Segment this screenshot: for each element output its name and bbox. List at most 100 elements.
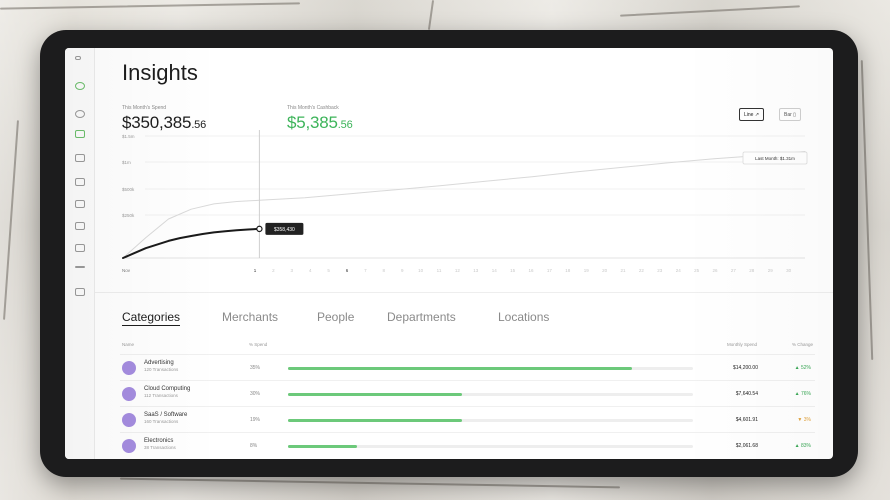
- insights-icon[interactable]: [75, 82, 85, 90]
- category-avatar: [122, 439, 136, 453]
- chart-icon[interactable]: [75, 178, 85, 186]
- x-tick-label: 25: [694, 268, 700, 273]
- x-tick-label: 16: [528, 268, 534, 273]
- x-start-label: Nov: [122, 268, 131, 273]
- x-tick-label: 23: [657, 268, 663, 273]
- x-tick-label: 19: [584, 268, 590, 273]
- category-avatar: [122, 413, 136, 427]
- header-name: Name: [122, 342, 135, 347]
- category-avatar: [122, 361, 136, 375]
- bank-icon[interactable]: [75, 222, 85, 230]
- tab-categories[interactable]: Categories: [122, 310, 181, 326]
- x-tick-label: 24: [676, 268, 682, 273]
- category-name: Electronics: [144, 438, 174, 444]
- x-tick-label: 15: [510, 268, 516, 273]
- y-tick-label: $250k: [122, 213, 135, 218]
- spend-bar-fill: [288, 393, 463, 396]
- spend-bar-fill: [288, 419, 463, 422]
- category-percent: 35%: [250, 365, 261, 371]
- category-transactions: 120 Transactions: [144, 367, 179, 372]
- tabs-divider: [95, 292, 833, 293]
- category-amount: $14,200.00: [732, 365, 758, 371]
- x-tick-label: 21: [620, 268, 626, 273]
- x-tick-label: 20: [602, 268, 608, 273]
- spend-bar-track: [288, 419, 693, 422]
- tab-departments[interactable]: Departments: [387, 310, 456, 324]
- tab-locations[interactable]: Locations: [498, 310, 549, 324]
- x-tick-label: 29: [768, 268, 774, 273]
- tab-people[interactable]: People: [317, 310, 354, 324]
- header-percent: % Spend: [249, 342, 268, 347]
- divider-icon: [75, 266, 85, 268]
- x-tick-label: 4: [309, 268, 312, 273]
- category-name: SaaS / Software: [144, 412, 188, 418]
- table-row[interactable]: Cloud Computing 112 Transactions 30% $7,640…: [120, 381, 815, 407]
- y-tick-label: $1m: [122, 160, 131, 165]
- spend-bar-track: [288, 445, 693, 448]
- category-name: Advertising: [144, 360, 174, 366]
- header-spend: Monthly Spend: [726, 342, 757, 347]
- category-percent: 19%: [250, 417, 261, 423]
- category-change: ▲ 76%: [794, 391, 811, 397]
- category-transactions: 38 Transactions: [144, 445, 176, 450]
- document-icon[interactable]: [75, 200, 85, 208]
- x-tick-label: 6: [346, 268, 349, 273]
- x-tick-label: 2: [272, 268, 275, 273]
- x-tick-label: 14: [492, 268, 498, 273]
- wall-crack: [427, 0, 435, 30]
- category-change: ▲ 52%: [794, 365, 811, 371]
- wallet-icon[interactable]: [75, 130, 85, 138]
- category-change: ▲ 83%: [794, 443, 811, 449]
- wall-crack: [620, 5, 800, 17]
- x-tick-label: 1: [254, 268, 257, 273]
- category-amount: $7,640.54: [735, 391, 758, 397]
- main-content: Insights This Month's Spend $350,385.56 …: [95, 48, 833, 459]
- y-tick-label: $1.5m: [122, 134, 135, 139]
- x-tick-label: 22: [639, 268, 645, 273]
- category-percent: 30%: [250, 391, 261, 397]
- series-line-last-month: [122, 151, 806, 259]
- x-tick-label: 28: [749, 268, 755, 273]
- x-tick-label: 27: [731, 268, 737, 273]
- card-icon[interactable]: [75, 110, 85, 118]
- header-change: % Change: [791, 342, 813, 347]
- people-icon[interactable]: [75, 154, 85, 162]
- category-transactions: 160 Transactions: [144, 419, 179, 424]
- category-amount: $2,061.68: [735, 443, 758, 449]
- tablet-frame: Insights This Month's Spend $350,385.56 …: [40, 30, 858, 477]
- y-tick-label: $500k: [122, 187, 135, 192]
- x-tick-label: 26: [712, 268, 718, 273]
- table-row[interactable]: SaaS / Software 160 Transactions 19% $4,601…: [120, 407, 815, 433]
- table-row[interactable]: Electronics 38 Transactions 8% $2,061.68 ▲ 8…: [120, 433, 815, 459]
- settings-icon[interactable]: [75, 288, 85, 296]
- x-tick-label: 5: [327, 268, 330, 273]
- wall-crack: [0, 2, 300, 10]
- table-row[interactable]: Advertising 120 Transactions 35% $14,200.00…: [120, 355, 815, 381]
- x-tick-label: 7: [364, 268, 367, 273]
- category-avatar: [122, 387, 136, 401]
- x-tick-label: 3: [291, 268, 294, 273]
- x-tick-label: 10: [418, 268, 424, 273]
- x-tick-label: 18: [565, 268, 571, 273]
- category-amount: $4,601.91: [735, 417, 758, 423]
- category-change: ▼ 3%: [797, 417, 811, 423]
- last-month-badge-label: Last Month: $1.31m: [755, 156, 795, 161]
- tab-merchants[interactable]: Merchants: [222, 310, 278, 324]
- x-tick-label: 8: [383, 268, 386, 273]
- mail-icon[interactable]: [75, 244, 85, 252]
- sidebar-rail: [65, 48, 95, 459]
- spend-bar-track: [288, 393, 693, 396]
- category-name: Cloud Computing: [144, 386, 191, 392]
- cursor-point: [256, 225, 263, 233]
- spend-bar-track: [288, 367, 693, 370]
- x-tick-label: 11: [437, 268, 442, 273]
- x-tick-label: 12: [455, 268, 461, 273]
- spend-bar-fill: [288, 445, 357, 448]
- menu-icon[interactable]: [75, 56, 81, 60]
- wall-crack: [3, 120, 19, 320]
- wall-crack: [860, 60, 874, 360]
- x-tick-label: 17: [547, 268, 553, 273]
- x-tick-label: 9: [401, 268, 404, 273]
- x-tick-label: 30: [786, 268, 792, 273]
- spend-bar-fill: [288, 367, 633, 370]
